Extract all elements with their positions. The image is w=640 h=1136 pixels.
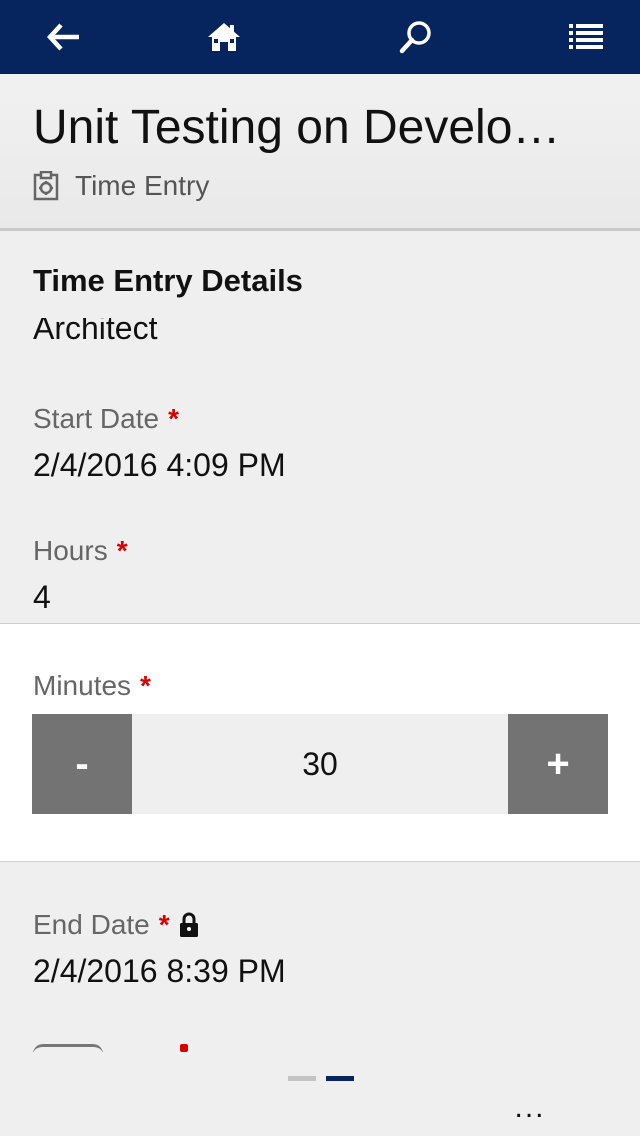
required-marker: * (116, 535, 128, 566)
time-entry-icon (33, 171, 59, 201)
back-arrow-icon (47, 23, 79, 51)
hours-label-text: Hours (33, 535, 108, 566)
partial-field-text: Architect (33, 318, 158, 346)
home-button[interactable] (184, 0, 264, 74)
home-icon (208, 23, 240, 51)
top-nav-bar (0, 0, 640, 74)
hours-value[interactable]: 4 (33, 579, 51, 616)
record-title: Unit Testing on Develo… (33, 101, 561, 154)
partial-next-field (0, 1042, 640, 1052)
minutes-field-panel: Minutes * - 30 + (0, 623, 640, 862)
minutes-stepper: - 30 + (32, 714, 608, 814)
end-date-label: End Date * (33, 909, 199, 941)
partial-label-fragment (33, 1044, 103, 1052)
menu-list-button[interactable] (546, 0, 626, 74)
entity-type-label: Time Entry (75, 170, 210, 201)
search-icon (399, 21, 431, 54)
list-icon (569, 24, 603, 49)
start-date-value[interactable]: 2/4/2016 4:09 PM (33, 447, 286, 484)
lock-icon (179, 912, 198, 937)
app-screen: Unit Testing on Develo… Time Entry Time … (0, 0, 640, 1136)
required-marker: * (158, 909, 170, 940)
increment-button[interactable]: + (508, 714, 608, 814)
page-dot-1[interactable] (288, 1076, 316, 1081)
entity-type-row: Time Entry (33, 166, 209, 206)
minutes-label-text: Minutes (33, 670, 132, 701)
partial-required-fragment (180, 1044, 188, 1052)
more-options-button[interactable]: ... (500, 1088, 560, 1128)
required-marker: * (168, 403, 179, 434)
hours-label: Hours * (33, 535, 128, 567)
end-date-label-text: End Date (33, 909, 150, 940)
end-date-value: 2/4/2016 8:39 PM (33, 953, 286, 989)
search-button[interactable] (376, 0, 456, 74)
start-date-label-text: Start Date (33, 403, 160, 434)
minutes-label: Minutes * (33, 670, 151, 702)
page-dot-2[interactable] (326, 1076, 354, 1081)
section-title: Time Entry Details (33, 263, 303, 298)
back-button[interactable] (24, 0, 104, 74)
decrement-button[interactable]: - (32, 714, 132, 814)
minutes-input[interactable]: 30 (132, 714, 508, 814)
start-date-label: Start Date * (33, 403, 179, 435)
page-indicator (288, 1076, 354, 1081)
required-marker: * (140, 670, 151, 701)
partial-field-value: Architect (0, 318, 640, 352)
